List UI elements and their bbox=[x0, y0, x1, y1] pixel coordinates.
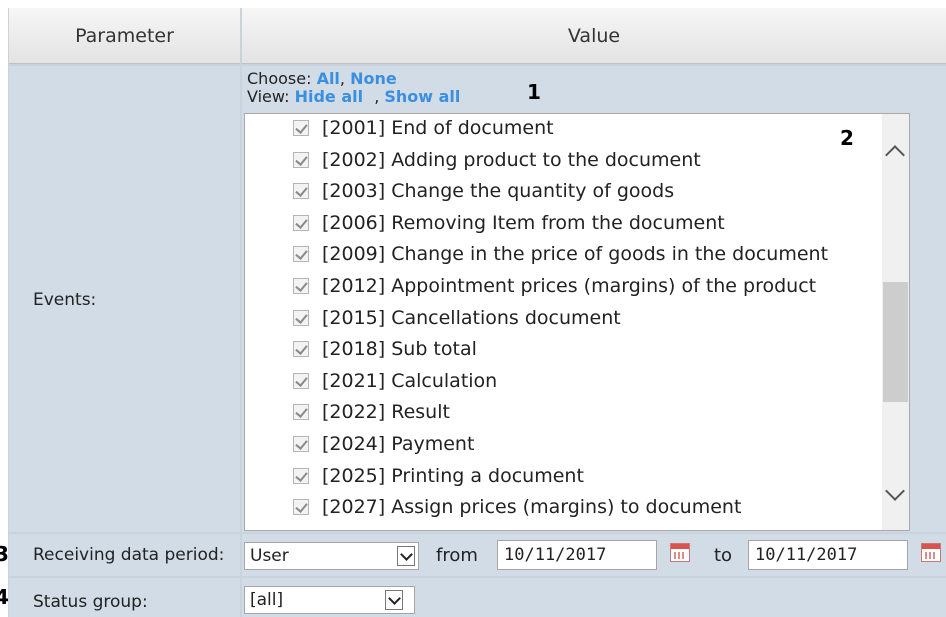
event-item[interactable]: [2001] End of document bbox=[293, 115, 554, 141]
event-item-label: [2015] Cancellations document bbox=[322, 306, 621, 329]
checkbox-checked-icon[interactable] bbox=[293, 309, 309, 326]
choose-all-link[interactable]: All bbox=[317, 69, 340, 88]
callout-marker-1: 1 bbox=[527, 80, 541, 104]
show-all-link[interactable]: Show all bbox=[384, 87, 460, 106]
checkbox-checked-icon[interactable] bbox=[293, 372, 309, 389]
event-item[interactable]: [2002] Adding product to the document bbox=[293, 147, 701, 173]
event-item-label: [2002] Adding product to the document bbox=[322, 148, 701, 171]
event-item[interactable]: [2025] Printing a document bbox=[293, 463, 584, 489]
event-item[interactable]: [2027] Assign prices (margins) to docume… bbox=[293, 494, 741, 520]
event-item[interactable]: [2022] Result bbox=[293, 399, 450, 425]
event-item-label: [2025] Printing a document bbox=[322, 464, 584, 487]
choose-separator: , bbox=[339, 69, 346, 88]
period-to-label: to bbox=[714, 545, 733, 566]
events-list-scrollbar[interactable] bbox=[882, 114, 909, 530]
event-item-label: [2009] Change in the price of goods in t… bbox=[322, 243, 829, 266]
period-from-date-input[interactable]: 10/11/2017 bbox=[497, 540, 657, 570]
event-item-label: [2001] End of document bbox=[322, 117, 554, 139]
period-type-select[interactable]: User bbox=[244, 542, 419, 570]
events-label-cell: Events: bbox=[9, 66, 240, 532]
event-item[interactable]: [2009] Change in the price of goods in t… bbox=[293, 241, 828, 267]
event-item-label: [2018] Sub total bbox=[322, 338, 477, 361]
status-label: Status group: bbox=[33, 592, 148, 612]
chevron-up-icon[interactable] bbox=[885, 145, 905, 165]
checkbox-checked-icon[interactable] bbox=[293, 467, 309, 484]
events-label: Events: bbox=[33, 290, 97, 310]
event-item[interactable]: [2003] Change the quantity of goods bbox=[293, 178, 674, 204]
column-header-value-text: Value bbox=[567, 25, 621, 47]
choose-prefix: Choose: bbox=[247, 69, 312, 88]
column-header-value: Value bbox=[242, 8, 946, 64]
chevron-down-icon[interactable] bbox=[397, 546, 415, 566]
status-group-value: [all] bbox=[250, 590, 284, 610]
choose-row: Choose: All, None bbox=[247, 70, 397, 87]
checkbox-checked-icon[interactable] bbox=[293, 278, 309, 294]
view-separator: , bbox=[374, 87, 385, 106]
event-item[interactable]: [2024] Payment bbox=[293, 431, 474, 457]
period-label-cell: Receiving data period: bbox=[9, 534, 240, 576]
calendar-icon[interactable] bbox=[670, 543, 690, 562]
checkbox-checked-icon[interactable] bbox=[293, 341, 309, 358]
scrollbar-thumb[interactable] bbox=[883, 282, 908, 402]
event-item-label: [2012] Appointment prices (margins) of t… bbox=[322, 275, 817, 297]
event-item[interactable]: [2015] Cancellations document bbox=[293, 305, 621, 331]
column-header-parameter: Parameter bbox=[9, 8, 240, 64]
status-label-cell: Status group: bbox=[9, 578, 240, 617]
view-row: View: Hide all , Show all bbox=[247, 88, 460, 105]
checkbox-checked-icon[interactable] bbox=[293, 499, 309, 516]
event-item[interactable]: [2018] Sub total bbox=[293, 336, 477, 362]
calendar-icon[interactable] bbox=[921, 543, 941, 562]
chevron-down-icon[interactable] bbox=[385, 590, 403, 610]
period-label: Receiving data period: bbox=[33, 545, 225, 565]
callout-marker-3: 3 bbox=[0, 542, 9, 566]
event-item[interactable]: [2006] Removing Item from the document bbox=[293, 210, 725, 236]
event-item-label: [2021] Calculation bbox=[322, 369, 498, 392]
column-header-parameter-text: Parameter bbox=[75, 25, 174, 47]
checkbox-checked-icon[interactable] bbox=[293, 436, 309, 452]
status-group-select[interactable]: [all] bbox=[244, 586, 415, 614]
checkbox-checked-icon[interactable] bbox=[293, 214, 309, 231]
view-prefix: View: bbox=[247, 87, 290, 106]
events-list[interactable]: [2001] End of document [2002] Adding prod… bbox=[244, 113, 910, 531]
chevron-down-icon[interactable] bbox=[885, 481, 905, 501]
event-item[interactable]: [2012] Appointment prices (margins) of t… bbox=[293, 273, 816, 299]
period-to-date-input[interactable]: 10/11/2017 bbox=[748, 540, 908, 570]
event-item-label: [2022] Result bbox=[322, 401, 450, 424]
checkbox-checked-icon[interactable] bbox=[293, 404, 309, 421]
hide-all-link[interactable]: Hide all bbox=[295, 87, 364, 106]
checkbox-checked-icon[interactable] bbox=[293, 151, 309, 168]
period-from-label: from bbox=[436, 545, 478, 566]
checkbox-checked-icon[interactable] bbox=[293, 183, 309, 200]
checkbox-checked-icon[interactable] bbox=[293, 120, 309, 136]
event-item[interactable]: [2021] Calculation bbox=[293, 368, 497, 394]
callout-marker-2: 2 bbox=[840, 126, 854, 150]
checkbox-checked-icon[interactable] bbox=[293, 246, 309, 263]
choose-none-link[interactable]: None bbox=[350, 69, 397, 88]
event-item-label: [2024] Payment bbox=[322, 433, 475, 455]
event-item-label: [2027] Assign prices (margins) to docume… bbox=[322, 496, 742, 519]
period-type-value: User bbox=[250, 546, 289, 566]
event-item-label: [2003] Change the quantity of goods bbox=[322, 180, 675, 203]
event-item-label: [2006] Removing Item from the document bbox=[322, 211, 725, 234]
callout-marker-4: 4 bbox=[0, 585, 9, 609]
